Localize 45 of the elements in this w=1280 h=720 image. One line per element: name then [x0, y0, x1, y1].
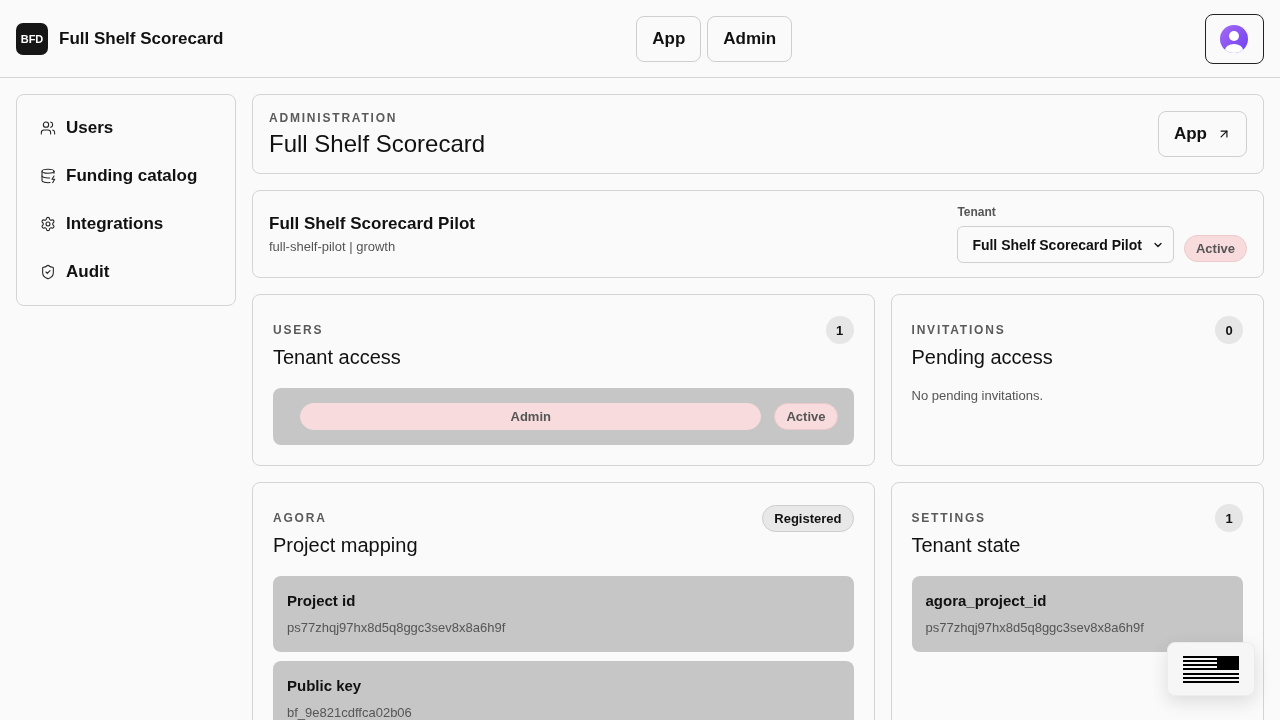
nav-button[interactable]: Admin — [707, 15, 793, 62]
flag-icon — [1183, 655, 1239, 683]
page-title: Full Shelf Scorecard — [269, 128, 486, 159]
section-title: Tenant access — [273, 345, 402, 369]
section-title: Pending access — [911, 345, 1054, 369]
field-value: bf_9e821cdffca02b06 — [287, 704, 413, 720]
section-title: Project mapping — [273, 533, 419, 557]
status-pill: Active — [1183, 235, 1247, 262]
count-badge: 1 — [825, 316, 854, 344]
field-value: ps77zhqj97hx8d5q8ggc3sev8x8a6h9f — [925, 619, 1145, 637]
sidebar-item[interactable]: Audit — [25, 252, 227, 292]
nav-button[interactable]: App — [636, 15, 702, 62]
sidebar-item[interactable]: Integrations — [25, 204, 227, 244]
language-button[interactable] — [1167, 642, 1255, 696]
shield-check-icon — [40, 264, 56, 280]
section-title: Tenant state — [911, 533, 1022, 557]
user-avatar-icon — [1220, 24, 1249, 53]
status-pill: Registered — [762, 504, 854, 532]
section-label: INVITATIONS — [911, 322, 1006, 338]
field-label: agora_project_id — [925, 591, 1048, 611]
tenant-name: Full Shelf Scorecard Pilot — [269, 212, 475, 235]
section-label: USERS — [273, 322, 324, 338]
open-app-button[interactable]: App — [1157, 111, 1247, 157]
sidebar-item[interactable]: Users — [25, 108, 227, 148]
database-icon — [40, 168, 56, 184]
sidebar-item[interactable]: Funding catalog — [25, 156, 227, 196]
users-icon — [40, 120, 56, 136]
role-pill: Admin — [300, 403, 762, 430]
section-label: AGORA — [273, 510, 327, 526]
status-pill: Active — [774, 403, 838, 430]
field-value: ps77zhqj97hx8d5q8ggc3sev8x8a6h9f — [287, 619, 507, 637]
account-button[interactable] — [1205, 13, 1264, 64]
field-label: Project id — [287, 591, 357, 611]
app-title: Full Shelf Scorecard — [59, 29, 224, 49]
section-label: SETTINGS — [911, 510, 986, 526]
count-badge: 1 — [1215, 504, 1243, 532]
section-label: ADMINISTRATION — [269, 109, 399, 126]
app-logo: BFD — [16, 22, 48, 55]
select-label: Tenant — [957, 205, 997, 219]
tenant-select[interactable]: Full Shelf Scorecard Pilot — [957, 226, 1174, 263]
tenant-meta: full-shelf-pilot | growth — [269, 237, 397, 256]
gear-icon — [40, 216, 56, 232]
field-label: Public key — [287, 676, 363, 696]
count-badge: 0 — [1215, 316, 1243, 344]
empty-message: No pending invitations. — [911, 387, 1045, 405]
